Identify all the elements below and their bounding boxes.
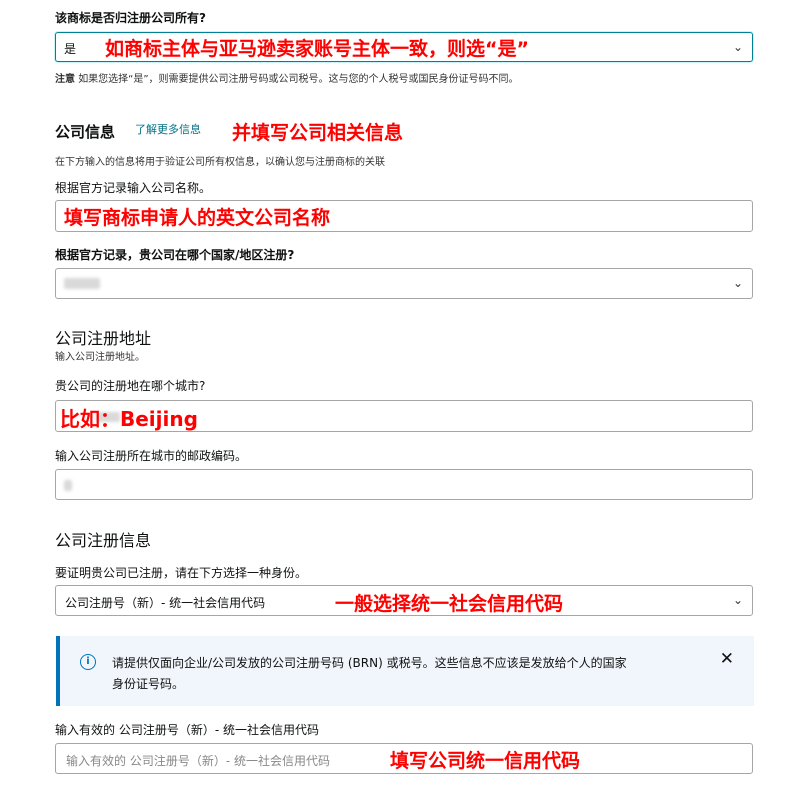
id-type-annotation: 一般选择统一社会信用代码	[335, 593, 564, 615]
company-name-label: 根据官方记录输入公司名称。	[55, 181, 212, 195]
registration-title: 公司注册信息	[55, 531, 152, 550]
learn-more-link[interactable]: 了解更多信息	[135, 121, 201, 137]
company-info-annotation: 并填写公司相关信息	[232, 122, 404, 144]
info-icon: i	[80, 654, 96, 670]
chevron-down-icon: ⌄	[732, 276, 744, 290]
id-type-label: 要证明贵公司已注册，请在下方选择一种身份。	[55, 566, 308, 580]
company-info-subtitle: 在下方输入的信息将用于验证公司所有权信息，以确认您与注册商标的关联	[55, 157, 385, 168]
city-annotation: 比如：Beijing	[60, 407, 198, 431]
ownership-selected-value: 是	[64, 42, 77, 56]
ownership-question-label: 该商标是否归注册公司所有?	[55, 11, 206, 25]
chevron-down-icon: ⌄	[732, 593, 744, 607]
note-text: 如果您选择“是”，则需要提供公司注册号码或公司税号。这与您的个人税号或国民身份证…	[78, 74, 519, 85]
company-name-annotation: 填写商标申请人的英文公司名称	[64, 207, 331, 229]
address-subtitle: 输入公司注册地址。	[55, 352, 145, 363]
chevron-down-icon: ⌄	[732, 40, 744, 54]
close-icon[interactable]: ✕	[720, 649, 734, 669]
blurred-country-value	[64, 278, 100, 289]
reg-number-annotation: 填写公司统一信用代码	[390, 750, 581, 772]
reg-number-label: 输入有效的 公司注册号（新）- 统一社会信用代码	[55, 723, 319, 737]
zip-input[interactable]	[55, 469, 753, 500]
info-text-line-1: 请提供仅面向企业/公司发放的公司注册号码 (BRN) 或税号。这些信息不应该是发…	[112, 656, 627, 670]
ownership-annotation: 如商标主体与亚马逊卖家账号主体一致，则选“是”	[105, 38, 529, 60]
note-prefix: 注意	[55, 74, 75, 85]
ownership-note: 注意 如果您选择“是”，则需要提供公司注册号码或公司税号。这与您的个人税号或国民…	[55, 70, 519, 85]
address-title: 公司注册地址	[55, 329, 152, 348]
id-type-selected-value: 公司注册号（新）- 统一社会信用代码	[65, 596, 266, 610]
country-label: 根据官方记录，贵公司在哪个国家/地区注册?	[55, 248, 295, 262]
company-info-title: 公司信息	[55, 123, 116, 141]
blurred-zip-value	[64, 480, 72, 491]
country-select[interactable]: ⌄	[55, 268, 753, 299]
reg-number-placeholder: 输入有效的 公司注册号（新）- 统一社会信用代码	[66, 754, 330, 768]
zip-label: 输入公司注册所在城市的邮政编码。	[55, 449, 248, 463]
info-alert: i 请提供仅面向企业/公司发放的公司注册号码 (BRN) 或税号。这些信息不应该…	[56, 636, 754, 706]
info-text-line-2: 身份证号码。	[112, 677, 185, 691]
city-label: 贵公司的注册地在哪个城市?	[55, 379, 206, 393]
